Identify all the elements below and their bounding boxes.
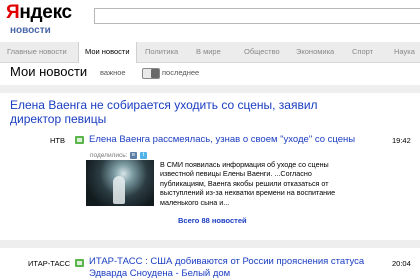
nav-item-world[interactable]: В мире bbox=[196, 42, 221, 62]
logo-first-letter: Я bbox=[6, 2, 20, 23]
green-square-icon bbox=[75, 259, 84, 267]
logo-rest: ндекс bbox=[19, 2, 72, 23]
vk-icon[interactable]: в bbox=[130, 152, 137, 159]
header: Яндекс новости bbox=[0, 0, 420, 40]
story-photo[interactable] bbox=[86, 160, 154, 206]
story-time: 19:42 bbox=[392, 136, 411, 145]
twitter-bird-icon[interactable]: t bbox=[140, 152, 147, 159]
toggle-label-important[interactable]: важное bbox=[100, 68, 126, 78]
story-subheadline-line2[interactable]: Эдварда Сноудена - Белый дом bbox=[89, 268, 230, 279]
toggle-label-latest[interactable]: последнее bbox=[162, 68, 199, 78]
nav-item-economy[interactable]: Экономика bbox=[296, 42, 334, 62]
nav-item-main[interactable]: Главные новости bbox=[7, 42, 67, 62]
nav-item-my-news[interactable]: Мои новости bbox=[78, 42, 137, 63]
nav-item-sport[interactable]: Спорт bbox=[352, 42, 373, 62]
story-snippet: В СМИ появилась информация об уходе со с… bbox=[160, 160, 336, 207]
search-input[interactable] bbox=[94, 8, 420, 24]
story-time: 20:04 bbox=[392, 259, 411, 268]
nav-item-society[interactable]: Общество bbox=[244, 42, 280, 62]
story-subheadline[interactable]: Елена Ваенга рассмеялась, узнав о своем … bbox=[89, 134, 355, 145]
story-source[interactable]: НТВ bbox=[50, 136, 65, 145]
toggle-knob bbox=[151, 69, 159, 78]
view-toggle-switch[interactable] bbox=[142, 68, 160, 79]
category-nav: Главные новости Мои новости Политика В м… bbox=[0, 42, 420, 63]
green-square-icon bbox=[75, 136, 84, 144]
story-source[interactable]: ИТАР-ТАСС bbox=[28, 259, 70, 268]
service-subtitle[interactable]: новости bbox=[10, 25, 51, 36]
separator bbox=[0, 85, 420, 93]
story-subheadline[interactable]: ИТАР-ТАСС : США добиваются от России про… bbox=[89, 256, 364, 267]
nav-item-science[interactable]: Наука bbox=[394, 42, 415, 62]
nav-item-politics[interactable]: Политика bbox=[145, 42, 178, 62]
share-label: поделились: bbox=[90, 152, 128, 159]
all-news-link[interactable]: Всего 88 новостей bbox=[178, 216, 247, 225]
story-headline[interactable]: Елена Ваенга не собирается уходить со сц… bbox=[10, 98, 330, 126]
photo-figure bbox=[113, 176, 125, 204]
page-title: Мои новости bbox=[10, 64, 88, 79]
yandex-logo[interactable]: Яндекс bbox=[6, 2, 72, 24]
separator bbox=[0, 240, 420, 248]
